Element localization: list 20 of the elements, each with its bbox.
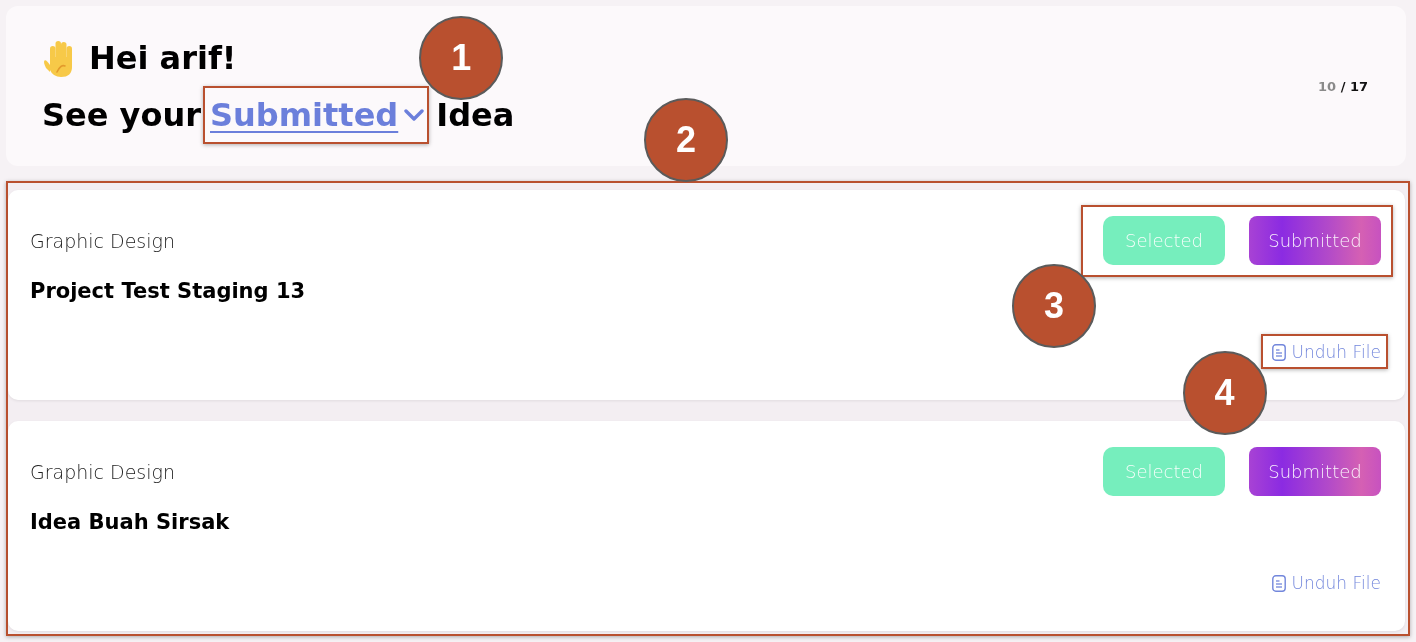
- step-marker: 4: [1182, 351, 1267, 435]
- status-badge: Selected: [1103, 216, 1225, 265]
- document-icon: [1271, 343, 1286, 361]
- status-badge: Selected: [1103, 447, 1225, 496]
- step-marker: 3: [1012, 264, 1096, 348]
- category-label: Graphic Design: [30, 460, 176, 484]
- download-link[interactable]: Unduh File: [1271, 342, 1381, 362]
- idea-counter: 10 / 17: [1318, 78, 1368, 94]
- status-badge: Submitted: [1249, 447, 1381, 496]
- status-dropdown[interactable]: Submitted: [205, 87, 428, 142]
- status-badge: Submitted: [1249, 216, 1381, 265]
- greeting-heading: Hei arif!: [89, 37, 237, 79]
- chevron-down-icon: [404, 108, 425, 121]
- download-link[interactable]: Unduh File: [1271, 573, 1381, 593]
- step-marker: 1: [419, 15, 504, 100]
- prompt-text: See your: [42, 94, 201, 136]
- category-label: Graphic Design: [30, 229, 176, 253]
- document-icon: [1271, 574, 1286, 592]
- idea-title: Project Test Staging 13: [30, 278, 306, 305]
- idea-title: Idea Buah Sirsak: [30, 509, 230, 536]
